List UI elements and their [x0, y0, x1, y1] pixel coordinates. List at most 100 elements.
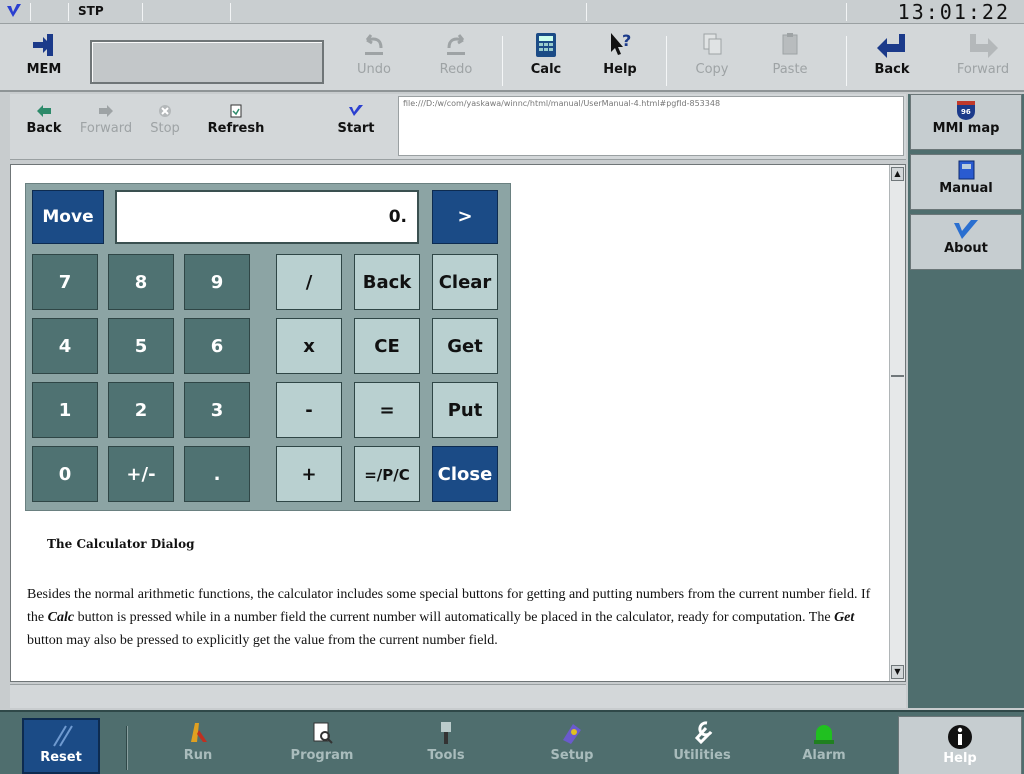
move-button[interactable]: Move: [32, 190, 104, 244]
reset-slash-icon: [53, 725, 73, 747]
close-button[interactable]: Close: [432, 446, 498, 502]
key-plus[interactable]: +: [276, 446, 342, 502]
divider: [126, 726, 128, 770]
browser-back-label: Back: [26, 121, 62, 136]
key-3[interactable]: 3: [184, 382, 250, 438]
calculator-dialog: Move 0. > 7 8 9 / Back Clear 4 5 6 x CE …: [25, 183, 511, 511]
key-8[interactable]: 8: [108, 254, 174, 310]
vertical-scrollbar[interactable]: ▲ ▼: [889, 165, 905, 681]
back-arrow-icon: [37, 105, 51, 117]
forward-arrow-icon: [970, 34, 998, 58]
mem-button[interactable]: MEM: [8, 30, 80, 88]
key-0[interactable]: 0: [32, 446, 98, 502]
browser-forward-button[interactable]: Forward: [76, 104, 136, 136]
key-plus-minus[interactable]: +/-: [108, 446, 174, 502]
scroll-thumb[interactable]: [891, 361, 904, 377]
undo-button[interactable]: Undo: [342, 30, 406, 88]
divider: [586, 3, 587, 21]
back-arrow-icon: [877, 34, 905, 58]
tools-icon: [441, 722, 451, 744]
paste-button[interactable]: Paste: [758, 30, 822, 88]
clock: 13:01:22: [897, 0, 1010, 24]
wrench-icon: [694, 721, 713, 745]
key-7[interactable]: 7: [32, 254, 98, 310]
address-bar[interactable]: file:///D:/w/com/yaskawa/winnc/html/manu…: [398, 96, 904, 156]
key-divide[interactable]: /: [276, 254, 342, 310]
app-window: STP 13:01:22 MEM Undo Redo Calc ? Help C…: [0, 0, 1024, 774]
redo-icon: [447, 34, 465, 55]
tools-label: Tools: [427, 748, 465, 763]
taskbar: Reset Run Program Tools Setup Utilities …: [0, 710, 1024, 774]
setup-label: Setup: [550, 748, 594, 763]
next-button[interactable]: >: [432, 190, 498, 244]
key-multiply[interactable]: x: [276, 318, 342, 374]
program-button[interactable]: Program: [274, 718, 370, 774]
alarm-button[interactable]: Alarm: [776, 718, 872, 774]
side-panel: 96 MMI map Manual About: [908, 94, 1024, 708]
key-1[interactable]: 1: [32, 382, 98, 438]
book-icon: [958, 160, 975, 180]
sidebar-item-about[interactable]: About: [910, 214, 1022, 270]
divider: [666, 36, 667, 86]
svg-text:96: 96: [961, 108, 971, 116]
browser-start-button[interactable]: Start: [328, 104, 384, 136]
calc-button[interactable]: Calc: [514, 30, 578, 88]
reset-label: Reset: [40, 750, 82, 765]
copy-icon: [703, 33, 722, 55]
key-decimal[interactable]: .: [184, 446, 250, 502]
paragraph-text: button is pressed while in a number fiel…: [74, 610, 835, 625]
key-clear[interactable]: Clear: [432, 254, 498, 310]
browser-back-button[interactable]: Back: [16, 104, 72, 136]
key-4[interactable]: 4: [32, 318, 98, 374]
setup-icon: [563, 724, 581, 744]
help-label: Help: [603, 62, 637, 77]
help-button[interactable]: ? Help: [588, 30, 652, 88]
key-5[interactable]: 5: [108, 318, 174, 374]
main-toolbar: MEM Undo Redo Calc ? Help Copy Paste Bac…: [0, 24, 1024, 92]
scroll-up-arrow-icon[interactable]: ▲: [891, 167, 904, 181]
key-ce[interactable]: CE: [354, 318, 420, 374]
key-2[interactable]: 2: [108, 382, 174, 438]
forward-button[interactable]: Forward: [944, 30, 1022, 88]
key-9[interactable]: 9: [184, 254, 250, 310]
help-taskbar-button[interactable]: Help: [898, 716, 1022, 774]
calculator-icon: [536, 33, 556, 57]
copy-button[interactable]: Copy: [680, 30, 744, 88]
paste-label: Paste: [772, 62, 808, 77]
divider: [142, 3, 143, 21]
key-back[interactable]: Back: [354, 254, 420, 310]
forward-label: Forward: [956, 62, 1010, 77]
program-icon: [313, 722, 333, 744]
scroll-down-arrow-icon[interactable]: ▼: [891, 665, 904, 679]
tools-button[interactable]: Tools: [398, 718, 494, 774]
setup-button[interactable]: Setup: [524, 718, 620, 774]
redo-button[interactable]: Redo: [424, 30, 488, 88]
key-equals-pc[interactable]: =/P/C: [354, 446, 420, 502]
key-6[interactable]: 6: [184, 318, 250, 374]
paragraph-text: button may also be pressed to explicitly…: [27, 633, 498, 648]
back-label: Back: [874, 62, 910, 77]
browser-start-label: Start: [337, 121, 375, 136]
utilities-button[interactable]: Utilities: [654, 718, 750, 774]
info-icon: [948, 725, 972, 749]
checkmark-icon: [954, 220, 978, 239]
calc-emphasis: Calc: [47, 610, 75, 625]
reset-button[interactable]: Reset: [22, 718, 100, 774]
sidebar-item-mmi-map[interactable]: 96 MMI map: [910, 94, 1022, 150]
help-taskbar-label: Help: [943, 751, 977, 766]
start-check-icon: [349, 105, 363, 116]
mem-arrow-icon: [33, 34, 53, 56]
sidebar-item-manual[interactable]: Manual: [910, 154, 1022, 210]
back-button[interactable]: Back: [860, 30, 924, 88]
program-label: Program: [290, 748, 354, 763]
key-get[interactable]: Get: [432, 318, 498, 374]
sidebar-item-label: Manual: [939, 181, 993, 196]
key-equals[interactable]: =: [354, 382, 420, 438]
key-minus[interactable]: -: [276, 382, 342, 438]
run-button[interactable]: Run: [150, 718, 246, 774]
browser-refresh-button[interactable]: Refresh: [194, 104, 278, 136]
key-put[interactable]: Put: [432, 382, 498, 438]
divider: [30, 3, 31, 21]
undo-icon: [365, 34, 383, 55]
browser-stop-button[interactable]: Stop: [142, 104, 188, 136]
